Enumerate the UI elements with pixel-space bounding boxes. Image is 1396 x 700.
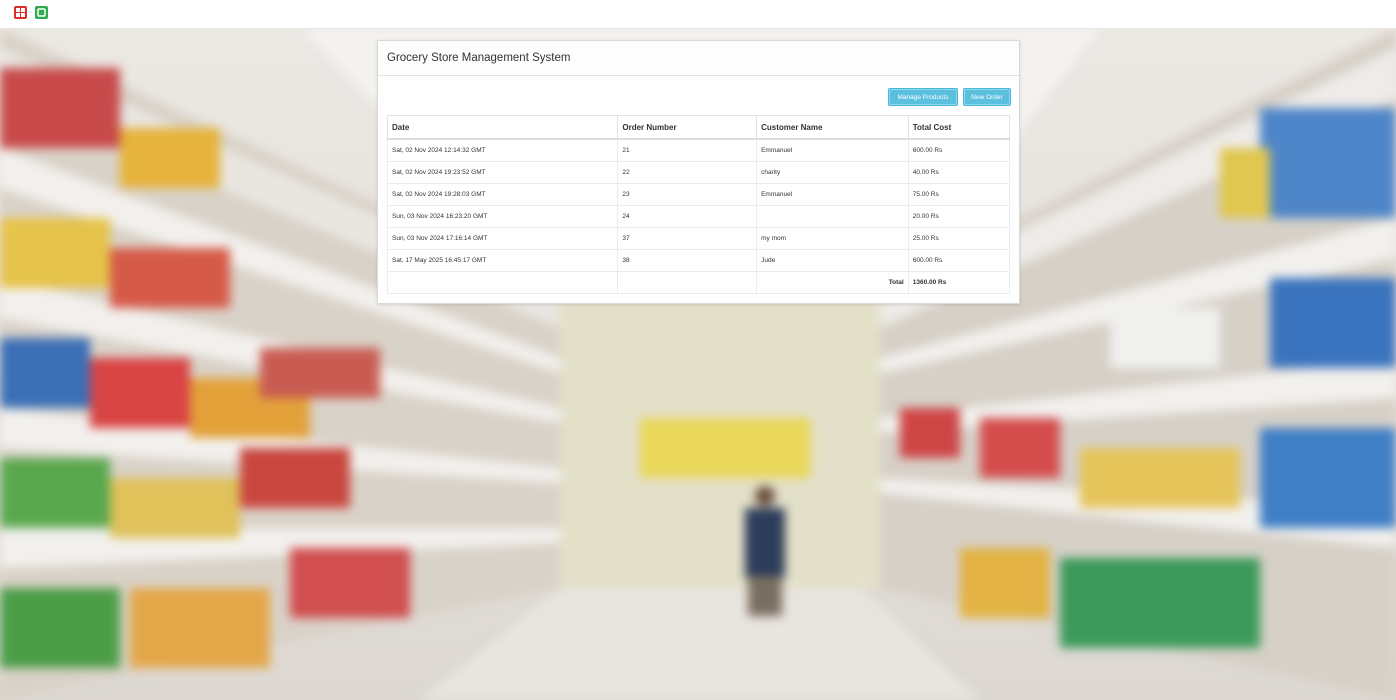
table-row: Sun, 03 Nov 2024 16:23:20 GMT 24 20.00 R… bbox=[386, 205, 1011, 228]
cell-total-cost: 600.00 Rs bbox=[907, 249, 1011, 272]
manage-products-button[interactable]: Manage Products bbox=[888, 88, 958, 106]
cell-total-cost: 600.00 Rs bbox=[907, 138, 1011, 162]
app-green-icon[interactable] bbox=[35, 6, 48, 19]
table-row: Sat, 02 Nov 2024 19:23:52 GMT 22 charity… bbox=[386, 161, 1011, 184]
cell-order-number: 24 bbox=[617, 205, 758, 228]
cell-customer-name: Emmanuel bbox=[756, 138, 909, 162]
table-row: Sat, 02 Nov 2024 19:28:03 GMT 23 Emmanue… bbox=[386, 183, 1011, 206]
cell-order-number: 23 bbox=[617, 183, 758, 206]
empty-cell bbox=[617, 271, 758, 294]
new-order-button[interactable]: New Order bbox=[963, 88, 1011, 106]
cell-date: Sun, 03 Nov 2024 16:23:20 GMT bbox=[386, 205, 619, 228]
cell-customer-name: my mom bbox=[756, 227, 909, 250]
action-buttons: Manage Products New Order bbox=[888, 88, 1011, 106]
table-row: Sat, 17 May 2025 16:45:17 GMT 38 Jude 60… bbox=[386, 249, 1011, 272]
header-order-number: Order Number bbox=[617, 115, 758, 140]
cell-customer-name bbox=[756, 205, 909, 228]
cell-customer-name: charity bbox=[756, 161, 909, 184]
cell-date: Sat, 02 Nov 2024 19:23:52 GMT bbox=[386, 161, 619, 184]
app-grid-icon[interactable] bbox=[14, 6, 27, 19]
table-row: Sun, 03 Nov 2024 17:16:14 GMT 37 my mom … bbox=[386, 227, 1011, 250]
total-row: Total 1360.00 Rs bbox=[386, 271, 1011, 294]
cell-order-number: 38 bbox=[617, 249, 758, 272]
table-row: Sat, 02 Nov 2024 12:14:32 GMT 21 Emmanue… bbox=[386, 138, 1011, 162]
table-header-row: Date Order Number Customer Name Total Co… bbox=[386, 115, 1011, 140]
header-customer-name: Customer Name bbox=[756, 115, 909, 140]
cell-order-number: 37 bbox=[617, 227, 758, 250]
header-total-cost: Total Cost bbox=[907, 115, 1011, 140]
panel-title: Grocery Store Management System bbox=[378, 41, 1019, 76]
total-value: 1360.00 Rs bbox=[907, 271, 1011, 294]
header-date: Date bbox=[386, 115, 619, 140]
cell-total-cost: 75.00 Rs bbox=[907, 183, 1011, 206]
cell-date: Sun, 03 Nov 2024 17:16:14 GMT bbox=[386, 227, 619, 250]
cell-order-number: 21 bbox=[617, 138, 758, 162]
cell-customer-name: Emmanuel bbox=[756, 183, 909, 206]
cell-date: Sat, 17 May 2025 16:45:17 GMT bbox=[386, 249, 619, 272]
cell-total-cost: 25.00 Rs bbox=[907, 227, 1011, 250]
cell-date: Sat, 02 Nov 2024 19:28:03 GMT bbox=[386, 183, 619, 206]
orders-panel: Grocery Store Management System Manage P… bbox=[377, 40, 1020, 304]
cell-customer-name: Jude bbox=[756, 249, 909, 272]
total-label: Total bbox=[756, 271, 909, 294]
cell-total-cost: 40.00 Rs bbox=[907, 161, 1011, 184]
cell-total-cost: 20.00 Rs bbox=[907, 205, 1011, 228]
empty-cell bbox=[386, 271, 619, 294]
cell-order-number: 22 bbox=[617, 161, 758, 184]
orders-table: Date Order Number Customer Name Total Co… bbox=[386, 115, 1011, 294]
top-bar bbox=[0, 0, 1396, 29]
cell-date: Sat, 02 Nov 2024 12:14:32 GMT bbox=[386, 138, 619, 162]
